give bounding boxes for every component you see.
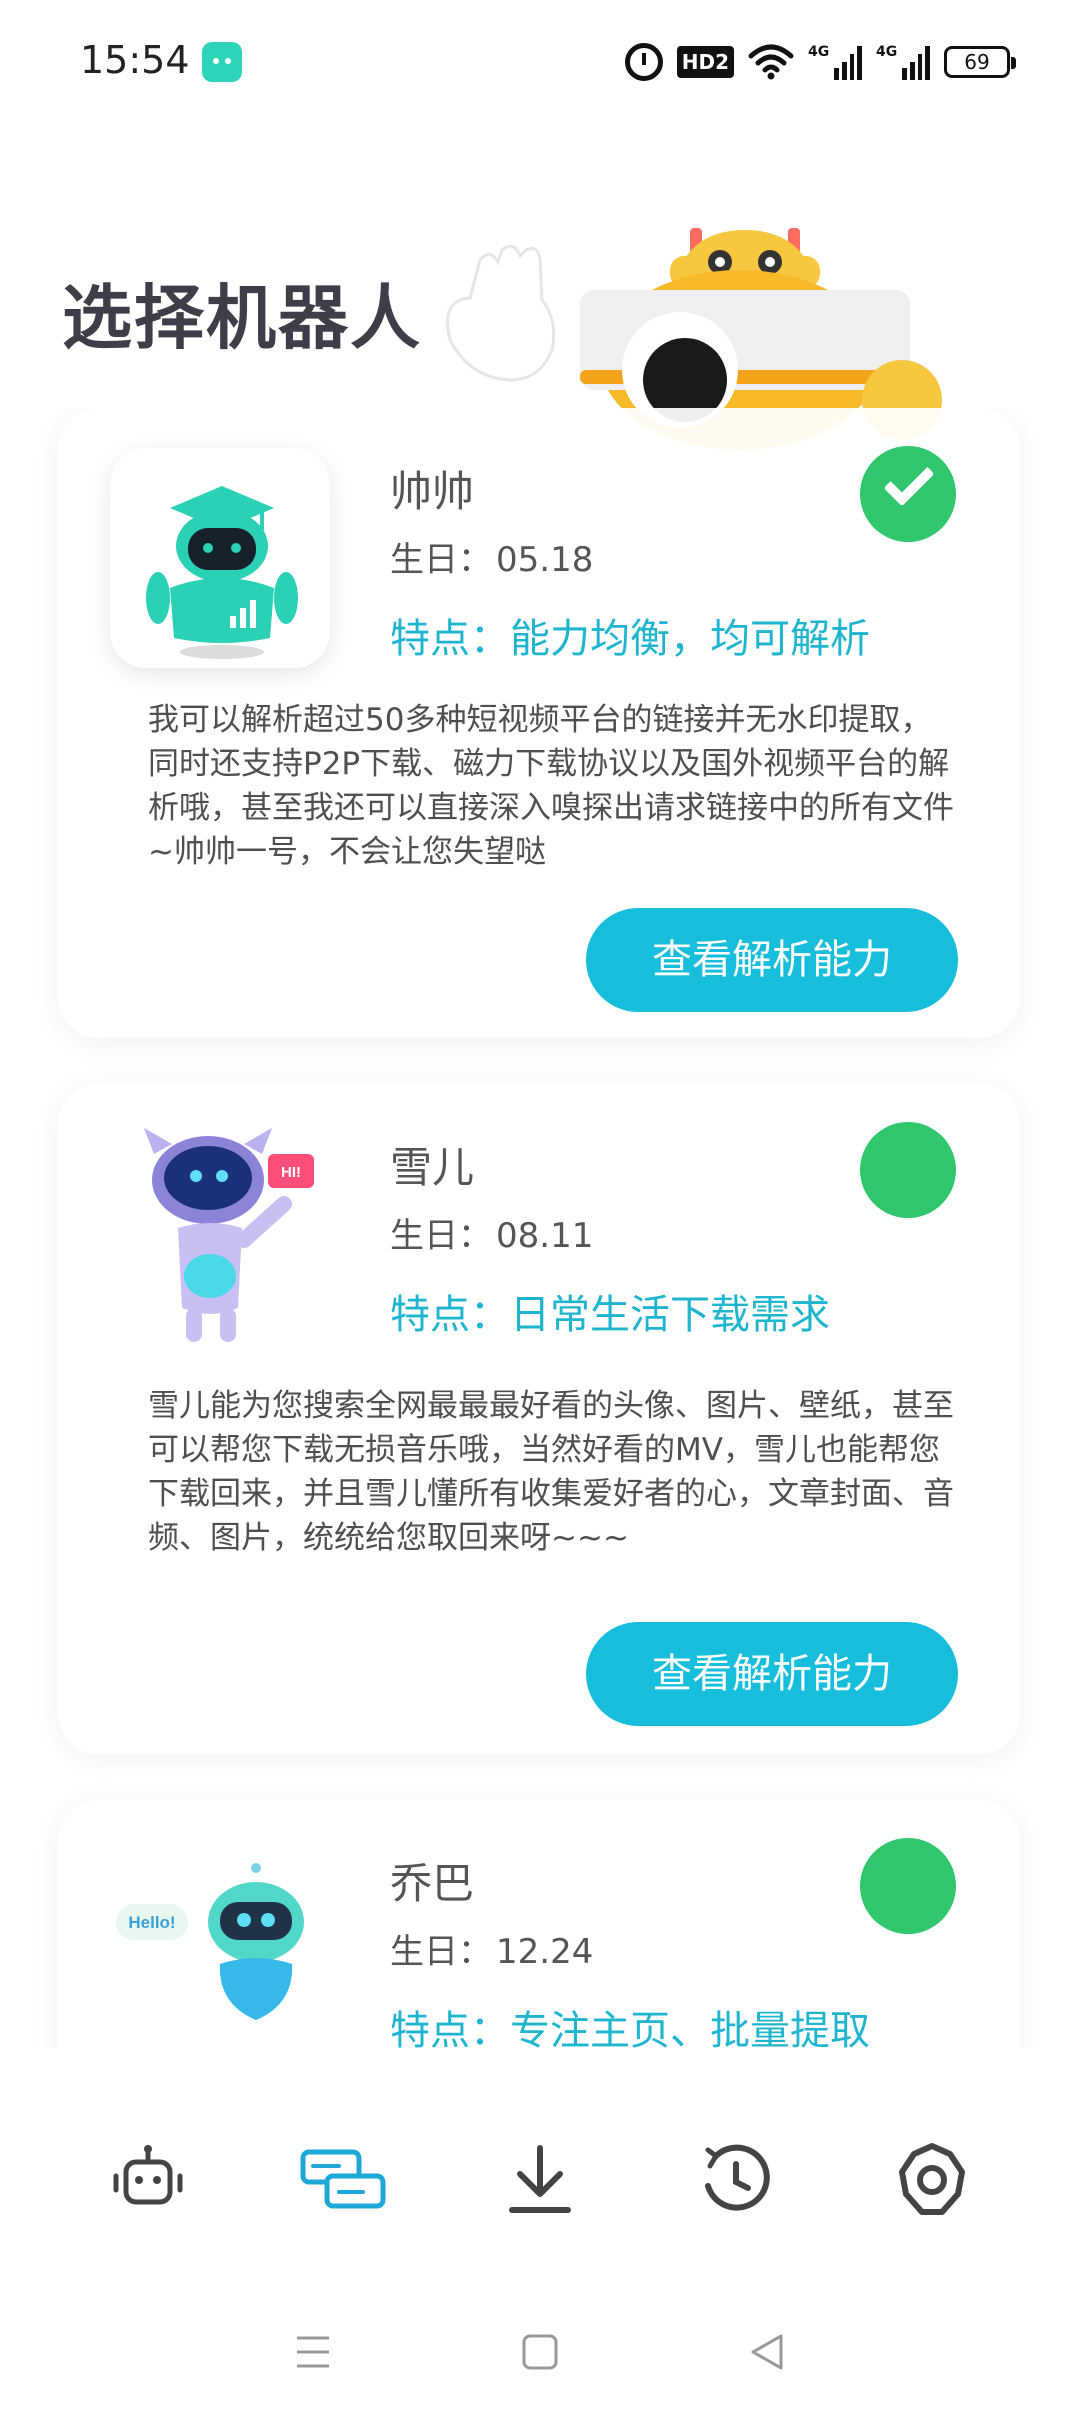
status-time: 15:54 (80, 38, 190, 82)
robot-select-indicator[interactable] (860, 1838, 956, 1934)
cellular-signal-2-icon: 4G (876, 44, 930, 80)
download-icon (509, 2145, 571, 2213)
check-icon (883, 455, 935, 507)
hello-robot-image: Hello! (116, 1863, 304, 2020)
status-bar: 15:54 HD2 4G 4G 69 (0, 0, 1080, 120)
robot-select-indicator[interactable] (860, 1122, 956, 1218)
robot-feature: 特点：专注主页、批量提取 (390, 2008, 870, 2048)
view-parse-ability-button[interactable]: 查看解析能力 (586, 1622, 958, 1726)
robot-card-qiaoba[interactable]: Hello! 乔巴 生日： 12.24 特点：专注主页、批量提取 (58, 1800, 1020, 2048)
robot-feature: 特点：能力均衡，均可解析 (390, 616, 870, 662)
graduate-robot-image (146, 486, 298, 659)
robot-avatar-badge: Hello! (128, 1913, 175, 1932)
screen: 15:54 HD2 4G 4G 69 选择机器人 帅帅 生日： 05.18 特点… (0, 0, 1080, 2414)
nav-home-button[interactable] (500, 2312, 580, 2392)
signal-2-label: 4G (876, 44, 898, 60)
robot-feature: 特点：日常生活下载需求 (390, 1292, 830, 1338)
robot-avatar-badge: HI! (281, 1164, 301, 1181)
robot-description: 雪儿能为您搜索全网最最最好看的头像、图片、壁纸，甚至可以帮您下载无损音乐哦，当然… (148, 1388, 954, 1556)
robot-avatar-xueer: HI! (98, 1108, 348, 1358)
robot-birthday: 生日： 12.24 (390, 1932, 594, 1972)
wifi-icon (748, 44, 794, 80)
view-parse-ability-button[interactable]: 查看解析能力 (586, 908, 958, 1012)
tab-settings[interactable] (872, 2120, 992, 2240)
page-title: 选择机器人 (62, 277, 422, 359)
robot-avatar-shuaishuai (110, 448, 330, 668)
parse-cards-icon (300, 2149, 386, 2209)
home-square-icon (522, 2334, 558, 2370)
robot-list[interactable]: 帅帅 生日： 05.18 特点：能力均衡，均可解析 我可以解析超过50多种短视频平… (0, 408, 1080, 2048)
app-notification-icon (202, 42, 242, 82)
nav-back-button[interactable] (727, 2312, 807, 2392)
status-icons: HD2 4G 4G 69 (624, 40, 1016, 84)
robot-name: 乔巴 (390, 1859, 475, 1908)
alarm-icon (624, 43, 663, 81)
history-icon (705, 2144, 770, 2211)
settings-icon (899, 2143, 965, 2215)
battery-icon: 69 (944, 46, 1016, 78)
tab-download[interactable] (480, 2120, 600, 2240)
waving-robot-image: HI! (144, 1128, 314, 1342)
nav-menu-button[interactable] (273, 2312, 353, 2392)
robot-birthday: 生日： 08.11 (390, 1216, 594, 1256)
bottom-tab-bar (0, 2090, 1080, 2270)
menu-icon (297, 2336, 330, 2368)
robot-card-xueer[interactable]: HI! 雪儿 生日： 08.11 特点：日常生活下载需求 雪儿能为您搜索全网最最最… (58, 1084, 1020, 1754)
tab-robot[interactable] (88, 2120, 208, 2240)
robot-name: 帅帅 (390, 467, 475, 516)
hd-voice-icon: HD2 (676, 46, 734, 78)
robot-name: 雪儿 (390, 1143, 475, 1192)
tab-parse[interactable] (284, 2120, 404, 2240)
robot-birthday: 生日： 05.18 (390, 540, 594, 580)
cellular-signal-1-icon: 4G (808, 44, 862, 80)
robot-description: 我可以解析超过50多种短视频平台的链接并无水印提取，同时还支持P2P下载、磁力下… (148, 702, 954, 870)
robot-icon (113, 2145, 183, 2205)
robot-card-shuaishuai[interactable]: 帅帅 生日： 05.18 特点：能力均衡，均可解析 我可以解析超过50多种短视频平… (58, 408, 1020, 1038)
tab-history[interactable] (676, 2120, 796, 2240)
system-nav-bar (0, 2290, 1080, 2414)
robot-avatar-qiaoba: Hello! (98, 1824, 348, 2048)
signal-1-label: 4G (808, 44, 830, 60)
robot-selected-indicator[interactable] (860, 446, 956, 542)
back-triangle-icon (751, 2334, 783, 2370)
